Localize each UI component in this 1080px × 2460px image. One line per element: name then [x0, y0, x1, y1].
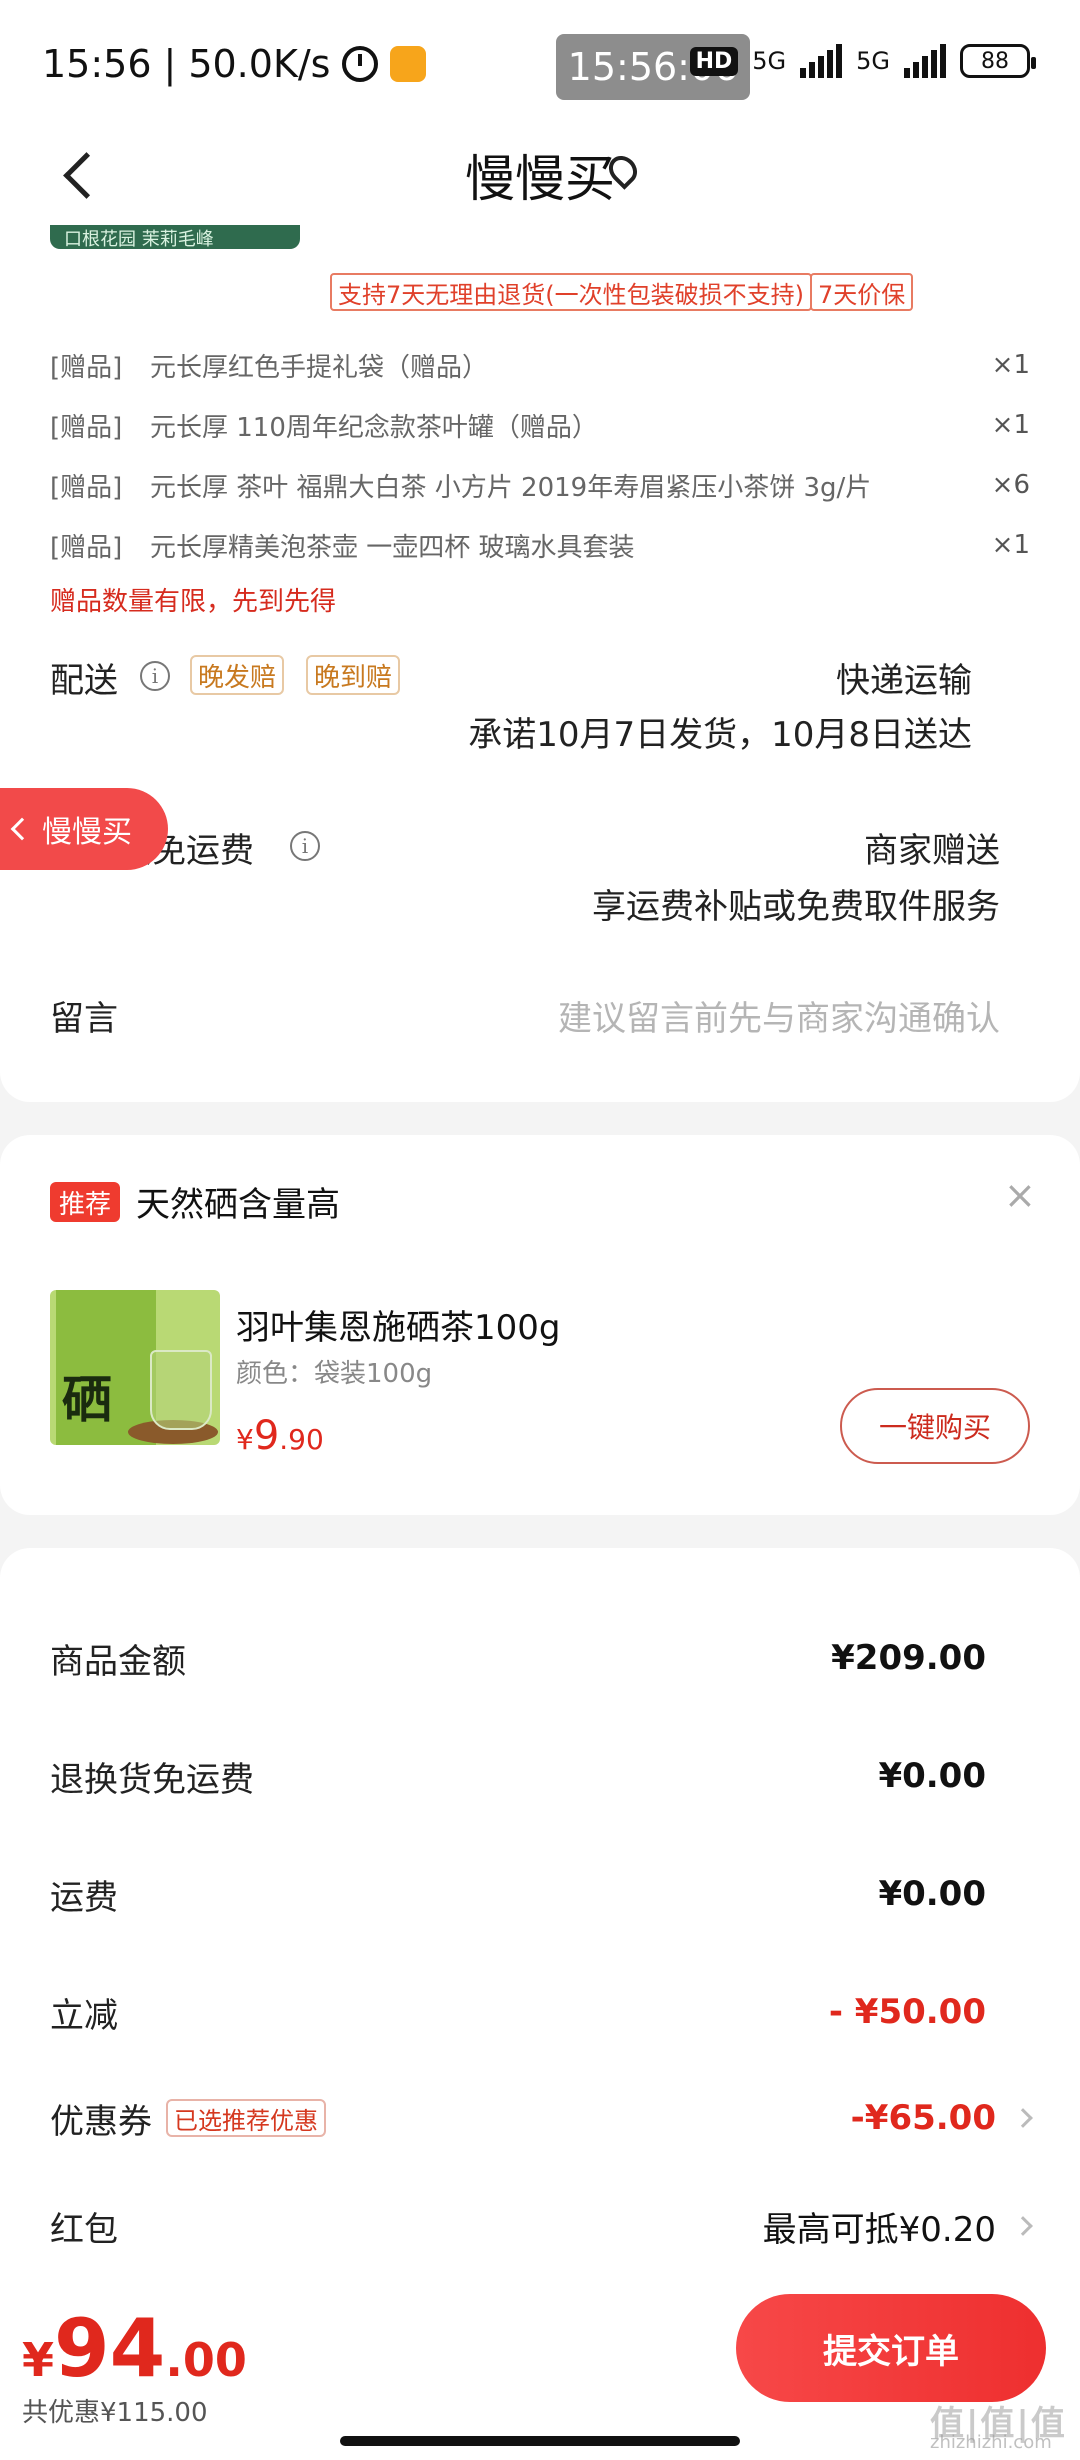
order-detail-card: 口根花园 茉莉毛峰 支持7天无理由退货(一次性包装破损不支持) 7天价保 [赠品… — [0, 225, 1080, 1102]
gift-name: 元长厚精美泡茶壶 一壶四杯 玻璃水具套装 — [150, 532, 635, 563]
late-arrive-badge: 晚到赔 — [306, 655, 401, 695]
summary-label: 商品金额 — [50, 1641, 186, 1682]
total-saved: 共优惠¥115.00 — [22, 2398, 208, 2428]
network-type-2: 5G — [856, 47, 890, 75]
discount-value: - ¥50.00 — [828, 1992, 986, 2032]
message-label: 留言 — [50, 999, 118, 1039]
price-summary-card: 商品金额 ¥209.00 退换货免运费 ¥0.00 运费 ¥0.00 立减 - … — [0, 1548, 1080, 2288]
submit-order-button[interactable]: 提交订单 — [736, 2294, 1046, 2402]
checkout-bar: ¥ 94 .00 共优惠¥115.00 提交订单 值|值|值 zhizhizhi… — [0, 2288, 1080, 2460]
back-to-app-label: 慢慢买 — [42, 815, 132, 850]
signal-icon — [800, 44, 843, 78]
gift-name: 元长厚 110周年纪念款茶叶罐（赠品） — [150, 412, 598, 443]
price-protect-tag: 7天价保 — [810, 273, 914, 311]
nav-header: 慢慢买 — [0, 125, 1080, 225]
gift-tag: [赠品] — [50, 472, 123, 503]
coupon-tag: 已选推荐优惠 — [166, 2099, 326, 2137]
battery-icon: 88 — [960, 44, 1036, 78]
summary-label: 退换货免运费 — [50, 1759, 254, 1800]
recommend-card: 推荐 天然硒含量高 × 硒 羽叶集恩施硒茶100g 颜色：袋装100g ¥ 9 … — [0, 1135, 1080, 1515]
chevron-right-icon — [1013, 2108, 1033, 2128]
red-packet-row[interactable]: 红包 最高可抵¥0.20 — [50, 2196, 1033, 2256]
delivery-label: 配送 — [50, 661, 118, 701]
page: 15:56 | 50.0K/s 15:56:06 HD 5G 5G 88 慢慢买… — [0, 0, 1080, 2460]
status-bar: 15:56 | 50.0K/s 15:56:06 HD 5G 5G 88 — [0, 0, 1080, 125]
home-indicator[interactable] — [340, 2436, 740, 2446]
gift-qty: ×1 — [991, 530, 1030, 560]
product-image-strip: 口根花园 茉莉毛峰 — [50, 225, 300, 250]
status-left: 15:56 | 50.0K/s — [42, 42, 427, 86]
gift-tag: [赠品] — [50, 532, 123, 563]
gift-qty: ×6 — [991, 470, 1030, 500]
gift-qty: ×1 — [991, 350, 1030, 380]
alarm-icon — [342, 46, 379, 82]
product-image[interactable]: 硒 — [50, 1290, 220, 1445]
gift-warning: 赠品数量有限，先到先得 — [50, 587, 337, 617]
return-shipping-sub: 享运费补贴或免费取件服务 — [592, 887, 1000, 927]
total-symbol: ¥ — [22, 2333, 55, 2387]
status-time: 15:56 — [42, 42, 152, 86]
summary-label: 优惠券 — [50, 2101, 152, 2142]
return-policy-tag: 支持7天无理由退货(一次性包装破损不支持) — [330, 273, 812, 311]
hd-icon: HD — [689, 46, 739, 76]
chevron-right-icon — [1013, 2216, 1033, 2236]
gift-row: [赠品] 元长厚 茶叶 福鼎大白茶 小方片 2019年寿眉紧压小茶饼 3g/片 … — [50, 460, 1030, 510]
red-packet-value: 最高可抵¥0.20 — [762, 2209, 996, 2250]
summary-value: ¥0.00 — [878, 1756, 986, 1796]
gift-name: 元长厚红色手提礼袋（赠品） — [150, 352, 489, 383]
summary-value: ¥0.00 — [878, 1874, 986, 1914]
gift-qty: ×1 — [991, 410, 1030, 440]
gift-row: [赠品] 元长厚精美泡茶壶 一壶四杯 玻璃水具套装 ×1 — [50, 520, 1030, 570]
page-title: 慢慢买 — [465, 150, 615, 208]
total-integer: 94 — [54, 2302, 166, 2395]
network-type-1: 5G — [752, 47, 787, 75]
return-shipping-value: 商家赠送 — [864, 831, 1000, 871]
promo-strip-text: 口根花园 茉莉毛峰 — [64, 229, 214, 250]
tea-cup-graphic — [150, 1350, 212, 1430]
summary-label: 运费 — [50, 1877, 118, 1918]
one-click-buy-button[interactable]: 一键购买 — [840, 1388, 1030, 1464]
product-price: ¥ 9 .90 — [236, 1413, 324, 1459]
summary-row: 立减 - ¥50.00 — [50, 1982, 1030, 2042]
delivery-method: 快递运输 — [836, 661, 972, 701]
gift-row: [赠品] 元长厚 110周年纪念款茶叶罐（赠品） ×1 — [50, 400, 1030, 450]
status-divider: | — [163, 42, 177, 86]
info-icon[interactable]: i — [140, 661, 170, 691]
message-input[interactable]: 建议留言前先与商家沟通确认 — [558, 991, 1000, 1040]
signal-icon-2 — [904, 44, 946, 78]
summary-label: 立减 — [50, 1995, 118, 2036]
info-icon[interactable]: i — [290, 831, 320, 861]
price-integer: 9 — [253, 1413, 280, 1459]
summary-value: ¥209.00 — [831, 1638, 986, 1678]
close-icon[interactable]: × — [1004, 1173, 1036, 1217]
package-character: 硒 — [62, 1371, 112, 1429]
recommend-badge: 推荐 — [50, 1182, 120, 1222]
summary-row: 商品金额 ¥209.00 — [50, 1628, 1030, 1688]
note-app-icon — [390, 46, 427, 82]
gift-tag: [赠品] — [50, 352, 123, 383]
price-decimal: .90 — [279, 1423, 324, 1456]
delivery-promise: 承诺10月7日发货，10月8日送达 — [468, 715, 972, 755]
product-spec: 颜色：袋装100g — [236, 1359, 433, 1389]
summary-row: 退换货免运费 ¥0.00 — [50, 1746, 1030, 1806]
recommend-title: 天然硒含量高 — [136, 1185, 340, 1225]
total-decimal: .00 — [165, 2333, 247, 2387]
summary-label: 红包 — [50, 2209, 118, 2250]
summary-row: 运费 ¥0.00 — [50, 1864, 1030, 1924]
price-symbol: ¥ — [236, 1423, 254, 1456]
late-ship-badge: 晚发赔 — [190, 655, 285, 695]
status-right: HD 5G 5G 88 — [689, 44, 1036, 78]
network-speed: 50.0K/s — [188, 42, 331, 86]
product-name[interactable]: 羽叶集恩施硒茶100g — [236, 1300, 560, 1349]
coupon-row[interactable]: 优惠券 已选推荐优惠 -¥65.00 — [50, 2088, 1033, 2148]
gift-tag: [赠品] — [50, 412, 123, 443]
total-price: ¥ 94 .00 — [22, 2302, 247, 2395]
coupon-value: -¥65.00 — [850, 2098, 996, 2138]
gift-name: 元长厚 茶叶 福鼎大白茶 小方片 2019年寿眉紧压小茶饼 3g/片 — [150, 472, 872, 503]
watermark-url: zhizhizhi.com — [930, 2432, 1052, 2453]
back-to-app-button[interactable]: 慢慢买 — [0, 788, 168, 870]
chevron-left-icon — [10, 817, 34, 841]
gift-row: [赠品] 元长厚红色手提礼袋（赠品） ×1 — [50, 340, 1030, 390]
